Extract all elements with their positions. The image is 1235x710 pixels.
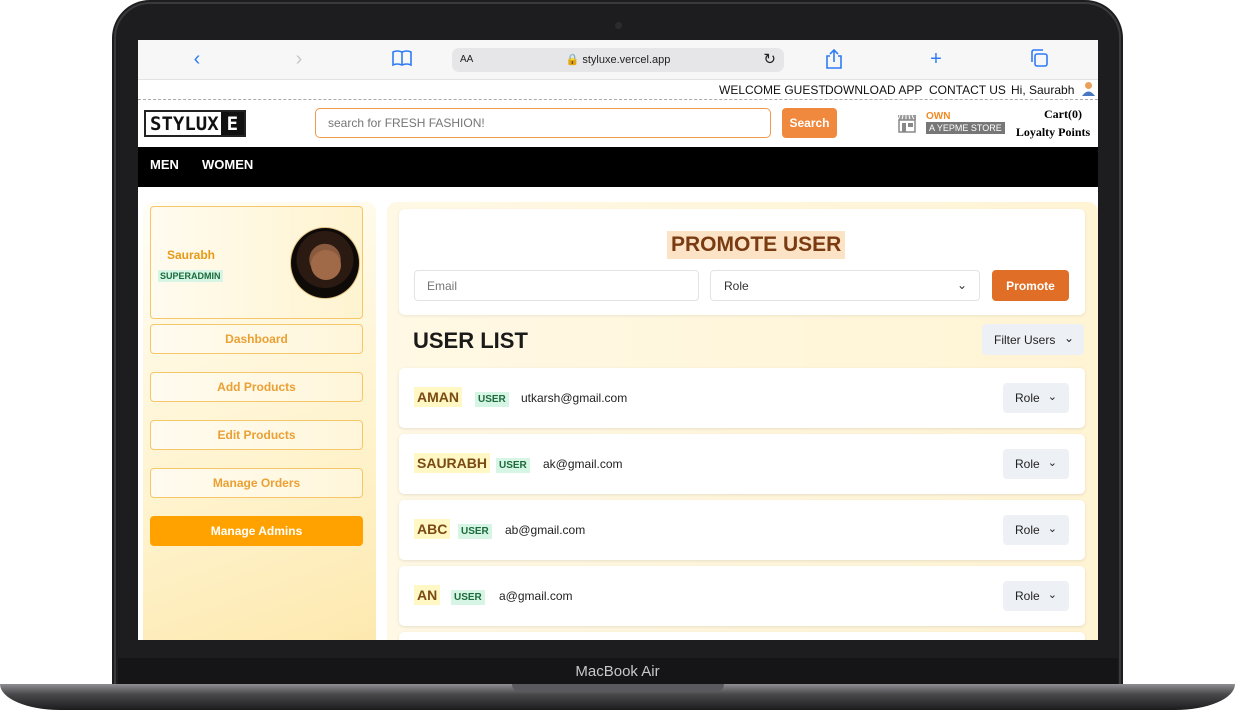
chevron-down-icon: ⌄	[1047, 391, 1057, 403]
user-row: AMAN USER utkarsh@gmail.com Role ⌄	[399, 368, 1085, 428]
logo-main-text: STYLUX	[150, 112, 219, 135]
chevron-down-icon: ⌄	[1063, 331, 1074, 345]
user-row: ABC USER ab@gmail.com Role ⌄	[399, 500, 1085, 560]
role-select[interactable]: Role ⌄	[710, 270, 980, 301]
user-role-dropdown[interactable]: Role ⌄	[1003, 515, 1069, 545]
user-role-label: Role	[1015, 523, 1040, 537]
user-icon[interactable]	[1082, 81, 1095, 99]
user-name: ABC	[414, 519, 451, 539]
own-store-label[interactable]: OWN	[926, 111, 950, 122]
share-icon[interactable]	[822, 48, 846, 74]
sidebar-item-manage-admins[interactable]: Manage Admins	[150, 516, 363, 546]
admin-sidebar: Saurabh SUPERADMIN Dashboard Add Product…	[143, 202, 376, 640]
camera-icon	[615, 22, 622, 29]
welcome-guest-link[interactable]: WELCOME GUEST	[719, 83, 826, 97]
address-bar[interactable]: AA 🔒 styluxe.vercel.app ↻	[452, 48, 784, 72]
user-name: AN	[414, 585, 441, 605]
user-role-badge: USER	[475, 392, 509, 407]
category-nav: MEN WOMEN	[138, 147, 1098, 187]
chevron-down-icon: ⌄	[1047, 589, 1057, 601]
role-select-label: Role	[724, 279, 749, 293]
email-field[interactable]	[414, 270, 699, 301]
user-email: ak@gmail.com	[543, 457, 623, 471]
user-row: AN USER a@gmail.com Role ⌄	[399, 566, 1085, 626]
cart-link[interactable]: Cart(0)	[1033, 107, 1093, 122]
user-role-dropdown[interactable]: Role ⌄	[1003, 449, 1069, 479]
download-app-link[interactable]: DOWNLOAD APP	[825, 83, 922, 97]
screen: ‹ › AA 🔒 styluxe.vercel.app ↻ + WELCOME …	[138, 40, 1098, 640]
nav-item-men[interactable]: MEN	[150, 157, 179, 172]
yepme-store-label[interactable]: A YEPME STORE	[926, 122, 1005, 134]
sidebar-item-add-products[interactable]: Add Products	[150, 372, 363, 402]
sidebar-item-edit-products[interactable]: Edit Products	[150, 420, 363, 450]
sidebar-item-manage-orders[interactable]: Manage Orders	[150, 468, 363, 498]
tabs-icon[interactable]	[1027, 49, 1051, 72]
new-tab-icon[interactable]: +	[924, 48, 948, 70]
bookmarks-icon[interactable]	[390, 49, 414, 72]
profile-card: Saurabh SUPERADMIN	[150, 206, 363, 319]
user-role-label: Role	[1015, 457, 1040, 471]
promote-button[interactable]: Promote	[992, 270, 1069, 301]
user-email: a@gmail.com	[499, 589, 573, 603]
promote-user-title: PROMOTE USER	[667, 231, 846, 259]
chevron-down-icon: ⌄	[1047, 457, 1057, 469]
search-button[interactable]: Search	[782, 108, 837, 138]
url-value: styluxe.vercel.app	[582, 54, 671, 66]
brand-logo[interactable]: STYLUX E	[144, 110, 247, 137]
search-input[interactable]	[315, 108, 771, 138]
filter-users-button[interactable]: Filter Users ⌄	[982, 324, 1084, 355]
device-label: MacBook Air	[575, 663, 660, 680]
back-icon[interactable]: ‹	[185, 48, 209, 70]
user-name: SAURABH	[414, 453, 490, 473]
nav-item-women[interactable]: WOMEN	[202, 157, 253, 172]
top-links-bar: WELCOME GUEST DOWNLOAD APP CONTACT US Hi…	[138, 80, 1098, 100]
user-role-badge: USER	[496, 458, 530, 473]
loyalty-points-link[interactable]: Loyalty Points	[1010, 125, 1096, 140]
user-role-label: Role	[1015, 391, 1040, 405]
user-name: AMAN	[414, 387, 462, 407]
reload-icon[interactable]: ↻	[763, 50, 776, 68]
user-email: ab@gmail.com	[505, 523, 586, 537]
user-email: utkarsh@gmail.com	[521, 391, 628, 405]
contact-us-link[interactable]: CONTACT US	[929, 83, 1006, 97]
user-role-badge: USER	[451, 590, 485, 605]
profile-role-badge: SUPERADMIN	[158, 270, 223, 282]
store-icon[interactable]	[896, 112, 918, 134]
main-content: PROMOTE USER Role ⌄ Promote USER LIST Fi…	[387, 202, 1098, 640]
profile-name: Saurabh	[167, 248, 216, 262]
user-row	[399, 632, 1085, 640]
user-role-dropdown[interactable]: Role ⌄	[1003, 383, 1069, 413]
promote-user-card: PROMOTE USER Role ⌄ Promote	[399, 209, 1085, 315]
user-row: SAURABH USER ak@gmail.com Role ⌄	[399, 434, 1085, 494]
user-greeting[interactable]: Hi, Saurabh	[1011, 83, 1074, 97]
avatar	[290, 227, 360, 299]
laptop-notch	[512, 684, 724, 692]
url-text: 🔒 styluxe.vercel.app	[565, 54, 671, 66]
filter-users-label: Filter Users	[994, 333, 1056, 347]
sidebar-item-dashboard[interactable]: Dashboard	[150, 324, 363, 354]
user-role-dropdown[interactable]: Role ⌄	[1003, 581, 1069, 611]
chevron-down-icon: ⌄	[956, 278, 967, 292]
browser-toolbar: ‹ › AA 🔒 styluxe.vercel.app ↻ +	[138, 40, 1098, 80]
chevron-down-icon: ⌄	[1047, 523, 1057, 535]
user-list-title: USER LIST	[413, 328, 528, 353]
logo-end-text: E	[220, 112, 245, 135]
forward-icon[interactable]: ›	[287, 48, 311, 70]
user-role-badge: USER	[458, 524, 492, 539]
user-role-label: Role	[1015, 589, 1040, 603]
